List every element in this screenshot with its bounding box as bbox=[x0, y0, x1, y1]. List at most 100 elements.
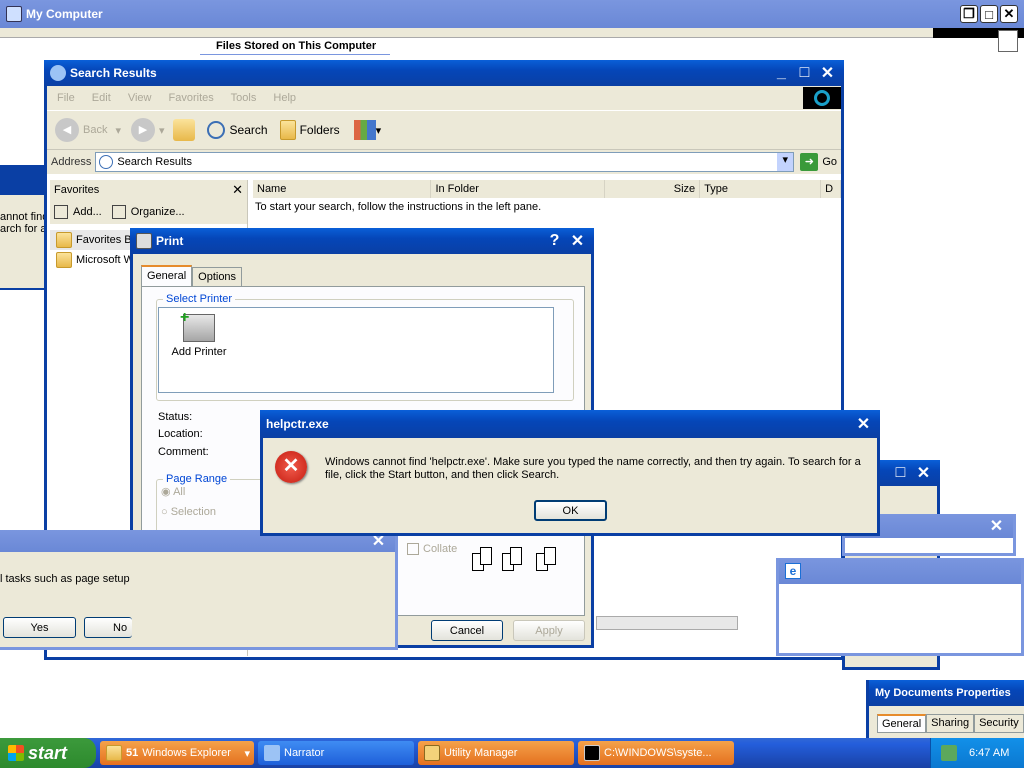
add-favorite-button[interactable]: Add... bbox=[73, 206, 102, 218]
tab-general[interactable]: General bbox=[141, 265, 193, 286]
ok-button[interactable]: OK bbox=[534, 500, 607, 521]
search-icon bbox=[50, 65, 66, 81]
restore-button[interactable]: ❐ bbox=[960, 5, 978, 23]
address-value: Search Results bbox=[117, 156, 192, 168]
menu-tools[interactable]: Tools bbox=[231, 92, 257, 104]
back-button[interactable]: ◀ Back ▾ bbox=[55, 118, 121, 142]
go-arrow-icon[interactable]: ➜ bbox=[800, 153, 819, 171]
help-button[interactable]: ? bbox=[544, 231, 565, 252]
taskbar-label: C:\WINDOWS\syste... bbox=[604, 747, 712, 759]
print-titlebar[interactable]: Print ? ✕ bbox=[130, 228, 594, 254]
folders-label: Folders bbox=[299, 123, 340, 137]
minimize-button[interactable]: _ bbox=[771, 63, 792, 84]
chevron-down-icon: ▾ bbox=[159, 124, 165, 137]
error-title: helpctr.exe bbox=[266, 417, 329, 431]
cancel-button[interactable]: Cancel bbox=[431, 620, 503, 641]
maximize-button[interactable]: □ bbox=[794, 63, 815, 84]
resize-grip[interactable] bbox=[998, 30, 1018, 52]
menu-help[interactable]: Help bbox=[273, 92, 296, 104]
views-icon bbox=[353, 120, 376, 140]
search-label: Search bbox=[229, 123, 268, 137]
all-label: All bbox=[173, 486, 186, 498]
maximize-button[interactable]: □ bbox=[890, 463, 911, 484]
print-title: Print bbox=[156, 234, 184, 248]
close-button[interactable]: ✕ bbox=[1000, 5, 1018, 23]
forward-button[interactable]: ▶ bbox=[131, 118, 155, 142]
maximize-button[interactable]: □ bbox=[980, 5, 998, 23]
start-button[interactable]: start bbox=[0, 738, 96, 768]
add-printer-label: Add Printer bbox=[171, 346, 227, 358]
tab-general[interactable]: General bbox=[877, 714, 927, 733]
menu-file[interactable]: File bbox=[57, 92, 75, 104]
ie-titlebar[interactable]: e bbox=[779, 558, 1021, 584]
my-computer-title: My Computer bbox=[26, 7, 103, 21]
ie-icon: e bbox=[785, 563, 801, 579]
taskbar-item-utility-manager[interactable]: Utility Manager bbox=[418, 741, 574, 765]
column-size[interactable]: Size bbox=[605, 180, 701, 198]
narrator-icon bbox=[264, 745, 280, 761]
apply-button[interactable]: Apply bbox=[513, 620, 585, 641]
printer-list[interactable]: + Add Printer bbox=[158, 307, 554, 393]
go-label[interactable]: Go bbox=[822, 156, 837, 168]
close-button[interactable]: ✕ bbox=[817, 63, 838, 84]
close-button[interactable]: ✕ bbox=[853, 414, 874, 435]
collate-checkbox[interactable]: Collate bbox=[407, 543, 457, 555]
error-dialog: helpctr.exe ✕ ✕ Windows cannot find 'hel… bbox=[260, 410, 880, 536]
computer-icon bbox=[6, 6, 22, 22]
taskbar-item-narrator[interactable]: Narrator bbox=[258, 741, 414, 765]
views-button[interactable]: ▾ bbox=[353, 120, 381, 140]
address-dropdown[interactable]: ▾ bbox=[777, 153, 794, 171]
favorites-header: Favorites ✕ bbox=[50, 180, 247, 200]
folder-icon bbox=[106, 745, 122, 761]
folders-icon bbox=[279, 120, 296, 140]
column-date[interactable]: D bbox=[821, 180, 842, 198]
add-favorite-icon bbox=[54, 205, 68, 219]
close-button[interactable]: ✕ bbox=[567, 231, 588, 252]
search-button[interactable]: Search bbox=[206, 121, 268, 139]
status-label: Status: bbox=[158, 411, 193, 423]
search-results-titlebar[interactable]: Search Results _ □ ✕ bbox=[44, 60, 844, 86]
section-underline bbox=[200, 54, 390, 55]
menu-edit[interactable]: Edit bbox=[92, 92, 111, 104]
yes-button[interactable]: Yes bbox=[3, 617, 76, 638]
ie-window: e bbox=[776, 558, 1024, 656]
tab-options[interactable]: Options bbox=[192, 267, 243, 286]
my-computer-toolbar bbox=[0, 28, 1024, 38]
close-button[interactable]: ✕ bbox=[913, 463, 934, 484]
column-type[interactable]: Type bbox=[700, 180, 822, 198]
favorites-actions: Add... Organize... bbox=[50, 200, 247, 224]
search-results-title: Search Results bbox=[70, 66, 157, 80]
folder-icon bbox=[56, 232, 72, 248]
windows-logo-icon bbox=[803, 87, 841, 109]
taskbar-item-command-prompt[interactable]: C:\WINDOWS\syste... bbox=[578, 741, 734, 765]
search-results-icon bbox=[99, 155, 114, 169]
address-input[interactable]: Search Results ▾ bbox=[95, 152, 795, 172]
my-computer-titlebar[interactable]: My Computer ❐ □ ✕ bbox=[0, 0, 1024, 28]
back-arrow-icon: ◀ bbox=[55, 118, 79, 142]
taskbar-label: Utility Manager bbox=[444, 747, 518, 759]
windows-flag-icon bbox=[8, 745, 24, 761]
close-button[interactable]: ✕ bbox=[986, 516, 1007, 537]
organize-button[interactable]: Organize... bbox=[131, 206, 185, 218]
folders-button[interactable]: Folders bbox=[279, 120, 340, 140]
my-docs-titlebar[interactable]: My Documents Properties bbox=[869, 680, 1024, 706]
collate-illustration-icon bbox=[472, 545, 568, 575]
column-name[interactable]: Name bbox=[253, 180, 432, 198]
page-range-legend: Page Range bbox=[166, 473, 228, 485]
tray-icon[interactable] bbox=[941, 745, 957, 761]
error-titlebar[interactable]: helpctr.exe ✕ bbox=[260, 410, 880, 438]
tab-security[interactable]: Security bbox=[974, 714, 1024, 733]
menu-view[interactable]: View bbox=[128, 92, 152, 104]
taskbar-count: 51 bbox=[126, 747, 139, 759]
no-button[interactable]: No bbox=[84, 617, 132, 638]
add-printer-item[interactable]: + Add Printer bbox=[169, 309, 229, 358]
address-bar: Address Search Results ▾ ➜ Go bbox=[47, 150, 841, 174]
column-in-folder[interactable]: In Folder bbox=[431, 180, 605, 198]
up-folder-button[interactable] bbox=[172, 119, 195, 141]
menu-favorites[interactable]: Favorites bbox=[169, 92, 214, 104]
close-icon[interactable]: ✕ bbox=[232, 182, 243, 198]
tab-sharing[interactable]: Sharing bbox=[926, 714, 975, 733]
results-hint: To start your search, follow the instruc… bbox=[255, 201, 542, 213]
taskbar-item-windows-explorer[interactable]: 51 Windows Explorer ▾ bbox=[100, 741, 254, 765]
menu-bar: File Edit View Favorites Tools Help bbox=[47, 86, 841, 110]
